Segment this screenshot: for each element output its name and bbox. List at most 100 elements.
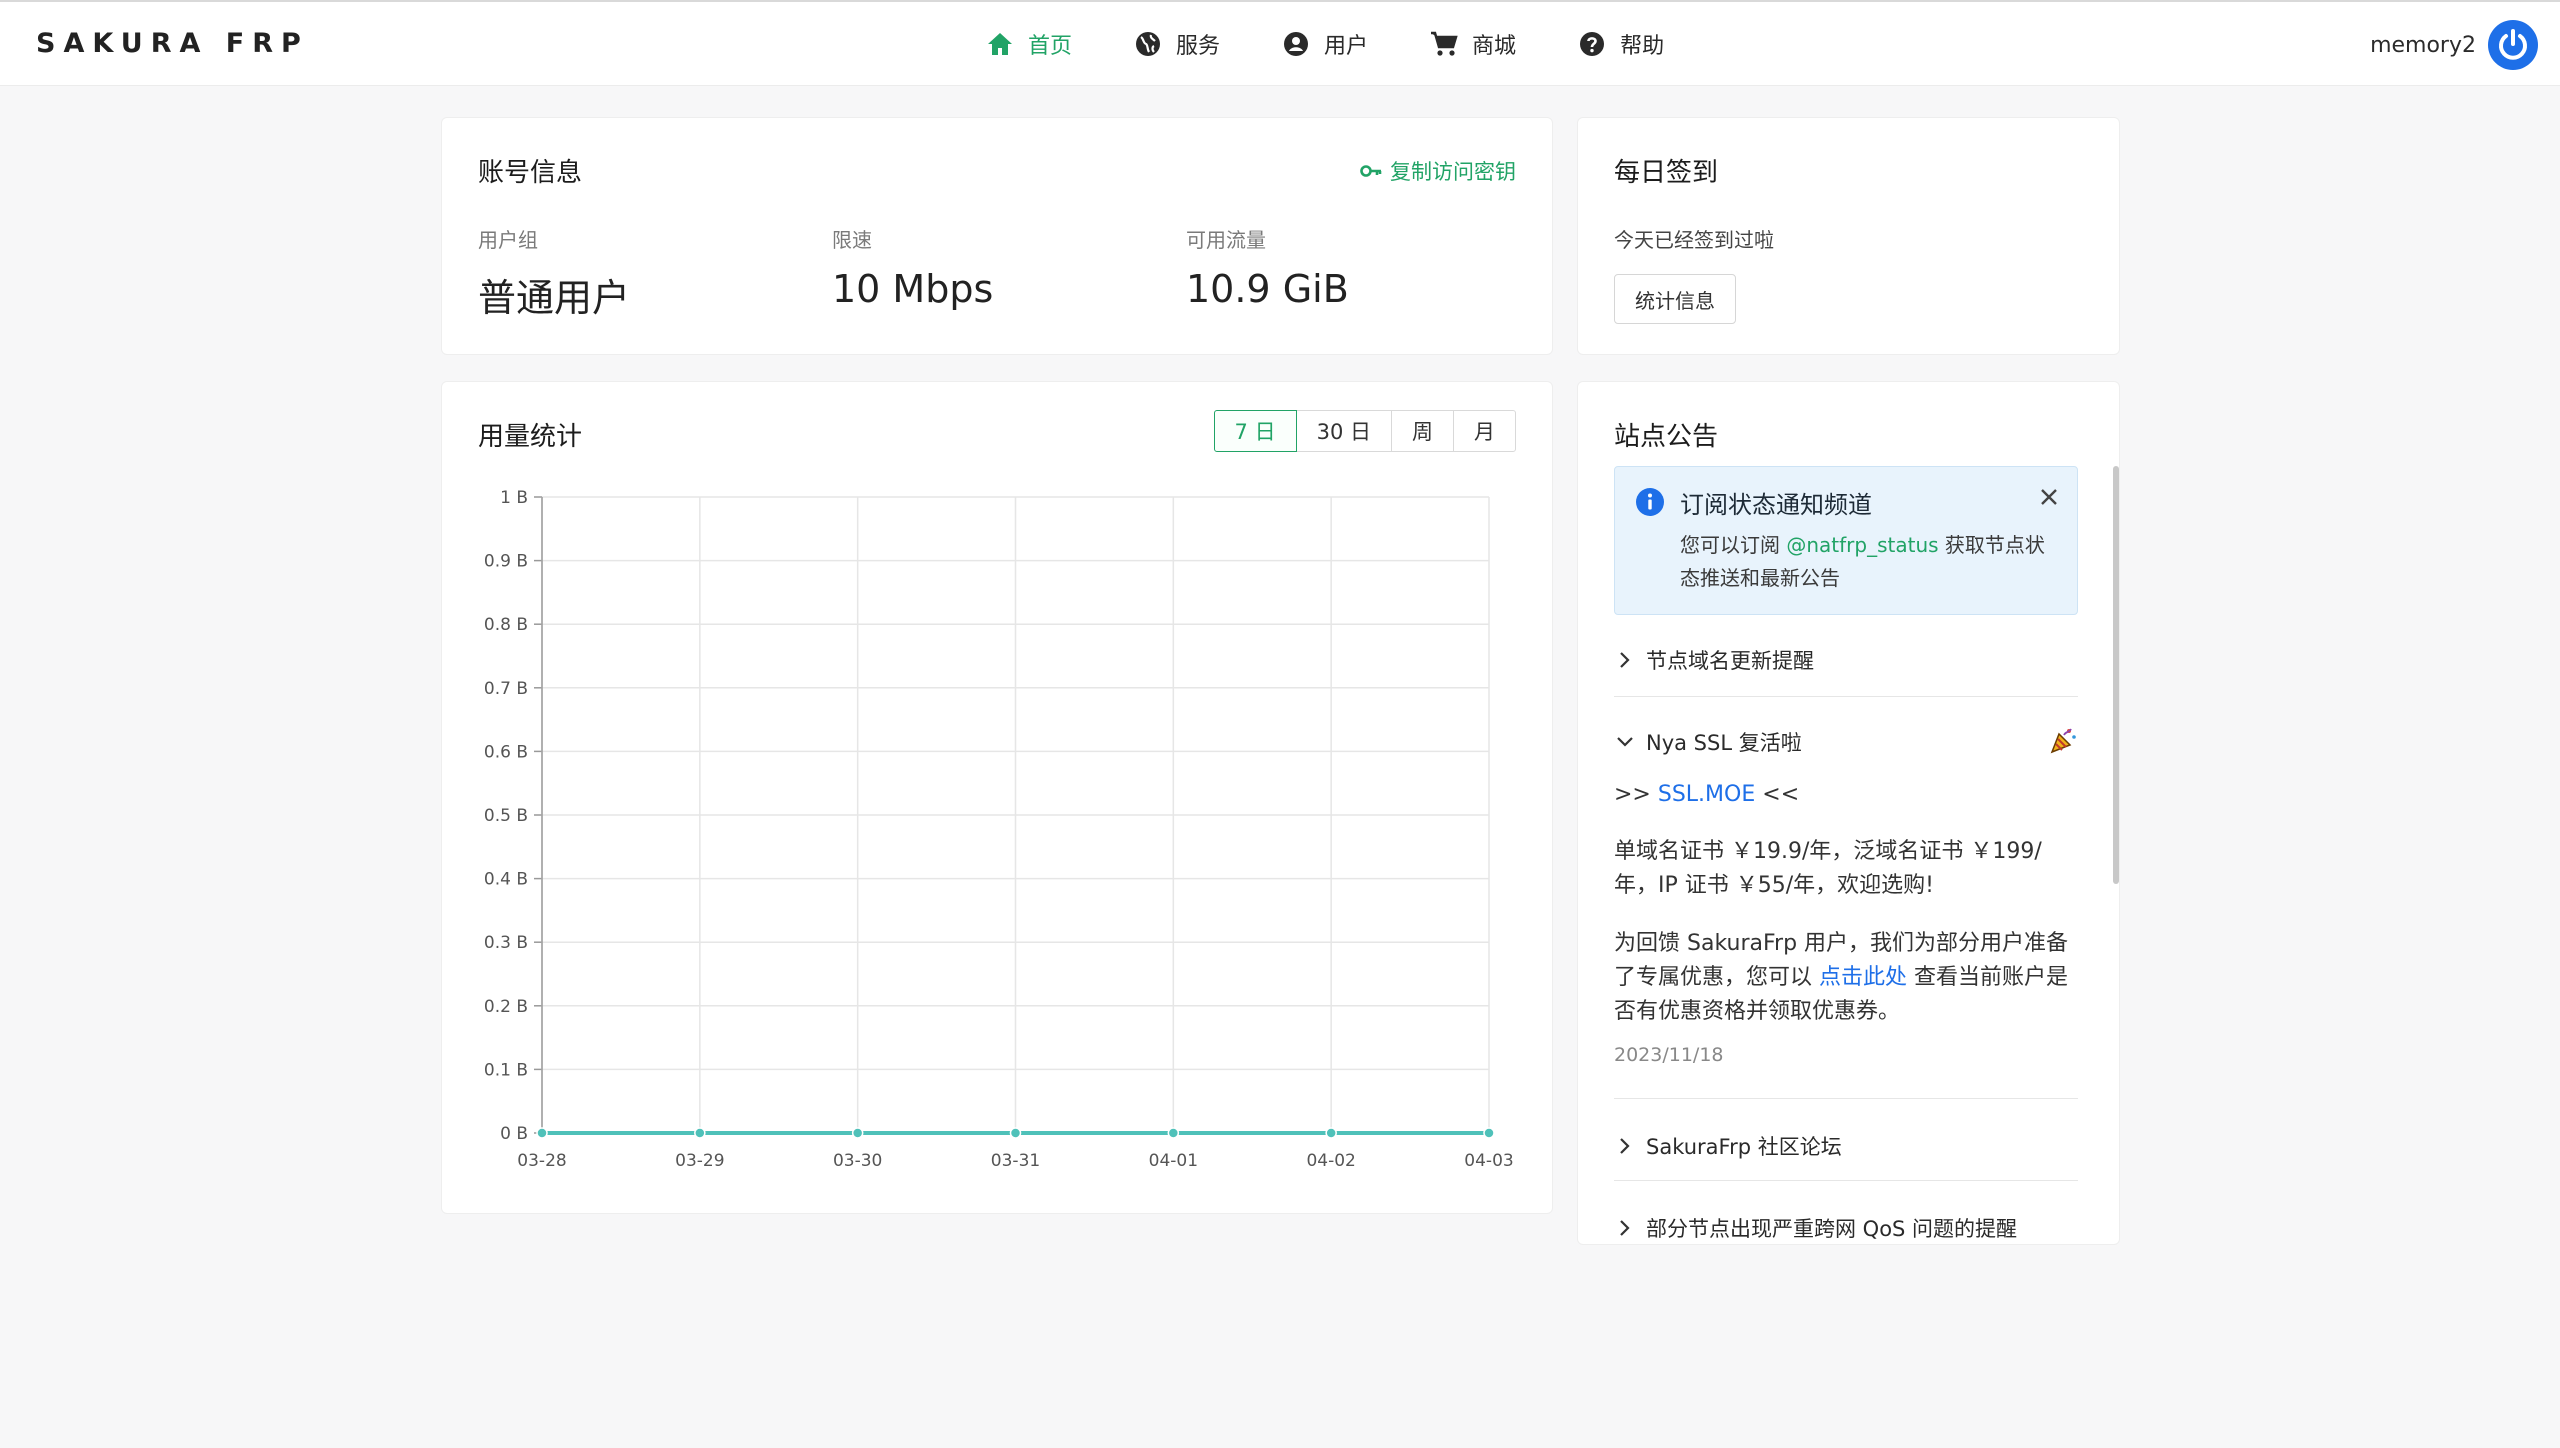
x-tick-label: 03-29 [675,1151,724,1171]
data-point [1325,1127,1337,1139]
stat-value: 普通用户 [478,276,631,320]
x-tick-label: 04-03 [1464,1151,1513,1171]
divider [1614,1098,2078,1099]
y-tick-label: 0 B [500,1124,528,1144]
key-icon [1360,165,1382,177]
main-nav: 首页 服务 用户 商城 帮助 [986,26,1726,62]
notice-item-title: SakuraFrp 社区论坛 [1646,1135,1842,1159]
nav-help[interactable]: 帮助 [1578,26,1664,62]
globe-icon [1134,30,1162,58]
signin-status: 今天已经签到过啦 [1614,228,1774,252]
ssl-moe-link[interactable]: SSL.MOE [1658,782,1755,807]
notice-item-nya-ssl[interactable]: Nya SSL 复活啦 [1614,722,2078,762]
nav-home-label: 首页 [1028,34,1073,59]
data-point [694,1127,706,1139]
nav-shop-label: 商城 [1472,34,1517,59]
notice-date: 2023/11/18 [1614,1044,1724,1066]
chevron-right-icon [1614,1219,1636,1237]
nav-user[interactable]: 用户 [1282,26,1368,62]
ssl-offer-text: 为回馈 SakuraFrp 用户，我们为部分用户准备了专属优惠，您可以 点击此处… [1614,927,2084,1029]
click-here-link[interactable]: 点击此处 [1819,965,1907,990]
close-icon[interactable] [2039,487,2059,511]
notice-item-title: 部分节点出现严重跨网 QoS 问题的提醒 [1646,1217,2018,1241]
daily-signin-card: 每日签到 今天已经签到过啦 统计信息 [1577,117,2120,355]
alert-body-text: 您可以订阅 [1680,533,1787,557]
y-tick-label: 1 B [500,488,528,508]
nav-home[interactable]: 首页 [986,26,1072,62]
nav-help-label: 帮助 [1620,34,1665,59]
nav-services[interactable]: 服务 [1134,26,1220,62]
ssl-price-text: 单域名证书 ￥19.9/年，泛域名证书 ￥199/年，IP 证书 ￥55/年，欢… [1614,839,2042,898]
natfrp-status-link[interactable]: @natfrp_status [1786,533,1938,557]
stat-value: 10.9 GiB [1186,267,1349,311]
announcements-card: 站点公告 订阅状态通知频道 您可以订阅 @natfrp_status 获取节点状… [1577,381,2120,1245]
notice-item-title: Nya SSL 复活啦 [1646,731,1802,755]
ssl-suffix: << [1755,782,1800,807]
announcements-title: 站点公告 [1614,422,1719,452]
subscribe-alert: 订阅状态通知频道 您可以订阅 @natfrp_status 获取节点状态推送和最… [1614,466,2078,615]
y-tick-label: 0.6 B [484,742,528,762]
copy-access-key-label: 复制访问密钥 [1390,160,1516,184]
data-point [1167,1127,1180,1139]
notice-item-qos[interactable]: 部分节点出现严重跨网 QoS 问题的提醒 [1614,1208,2078,1244]
top-navbar: SAKURA FRP 首页 服务 用户 商城 帮助 memory2 [0,0,2560,86]
daily-signin-title: 每日签到 [1614,158,1719,188]
brand-logo[interactable]: SAKURA FRP [36,28,309,59]
alert-body: 您可以订阅 @natfrp_status 获取节点状态推送和最新公告 [1680,529,2060,595]
stat-label: 限速 [832,228,872,252]
usage-stats-card: 用量统计 7 日 30 日 周 月 0 B 0.1 B 0.2 B 0.3 B 0.4 … [441,381,1553,1214]
stat-value: 10 Mbps [832,267,994,311]
usage-line-chart: 0 B 0.1 B 0.2 B 0.3 B 0.4 B 0.5 B 0.6 B 0.7 B 0.… [484,488,1514,1171]
alert-title: 订阅状态通知频道 [1680,491,1872,519]
home-icon [986,30,1014,58]
y-tick-label: 0.5 B [484,806,528,826]
stat-label: 可用流量 [1186,228,1266,252]
help-icon [1578,30,1606,58]
announcements-scrollbar[interactable] [2113,466,2119,884]
account-info-card: 账号信息 复制访问密钥 用户组 普通用户 限速 10 Mbps 可用流量 10.… [441,117,1553,355]
ssl-link-line: >> SSL.MOE << [1614,778,2084,812]
chevron-down-icon [1614,736,1636,748]
stat-label: 用户组 [478,228,538,252]
cart-icon [1430,30,1458,58]
chevron-right-icon [1614,651,1636,669]
x-tick-label: 04-01 [1149,1151,1198,1171]
y-tick-label: 0.1 B [484,1060,528,1080]
info-icon [1635,487,1665,521]
y-tick-label: 0.8 B [484,615,528,635]
user-group-stat: 用户组 普通用户 [478,224,630,322]
y-tick-label: 0.9 B [484,552,528,572]
traffic-stat: 可用流量 10.9 GiB [1186,224,1349,311]
power-icon[interactable] [2488,20,2538,70]
y-tick-label: 0.3 B [484,933,528,953]
notice-item-forum[interactable]: SakuraFrp 社区论坛 [1614,1126,2078,1166]
stats-info-button[interactable]: 统计信息 [1614,274,1736,324]
x-tick-label: 03-31 [991,1151,1040,1171]
range-7d-button[interactable]: 7 日 [1213,410,1297,452]
notice-item-title: 节点域名更新提醒 [1646,649,1814,673]
y-tick-label: 0.2 B [484,997,528,1017]
user-menu[interactable]: memory2 [2370,20,2538,70]
data-point [536,1127,548,1139]
user-circle-icon [1282,30,1310,58]
nav-shop[interactable]: 商城 [1430,26,1516,62]
chevron-right-icon [1614,1137,1636,1155]
x-tick-label: 03-30 [833,1151,882,1171]
divider [1614,1180,2078,1181]
data-point [851,1127,864,1139]
notice-item-domain-update[interactable]: 节点域名更新提醒 [1614,640,2078,680]
x-tick-label: 03-28 [517,1151,566,1171]
y-tick-label: 0.4 B [484,870,528,890]
ssl-prefix: >> [1614,782,1658,807]
data-point [1009,1127,1022,1139]
divider [1614,696,2078,697]
y-tick-label: 0.7 B [484,679,528,699]
data-point [1483,1127,1495,1139]
username[interactable]: memory2 [2370,33,2476,58]
copy-access-key-button[interactable]: 复制访问密钥 [1360,156,1516,186]
party-popper-icon [2049,726,2077,758]
x-tick-label: 04-02 [1306,1151,1355,1171]
account-info-title: 账号信息 [478,158,583,188]
nav-user-label: 用户 [1324,34,1369,59]
speed-limit-stat: 限速 10 Mbps [832,224,993,311]
